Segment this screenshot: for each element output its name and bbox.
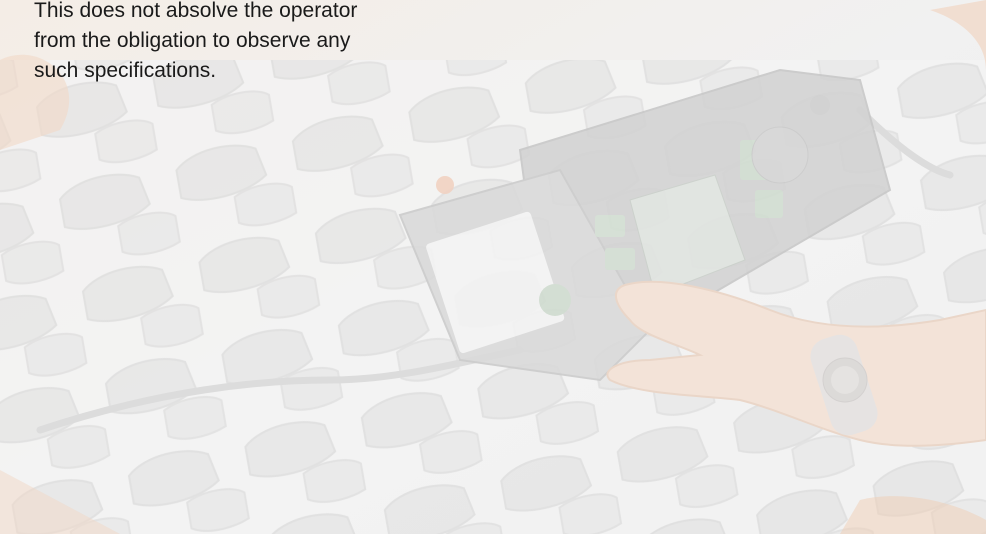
caption-line: This does not absolve the operator: [34, 0, 358, 22]
caption-text: This does not absolve the operator from …: [34, 0, 474, 86]
caption-line: such specifications.: [34, 59, 217, 82]
caption-line: from the obligation to observe any: [34, 29, 351, 52]
document-page: This does not absolve the operator from …: [0, 0, 986, 534]
